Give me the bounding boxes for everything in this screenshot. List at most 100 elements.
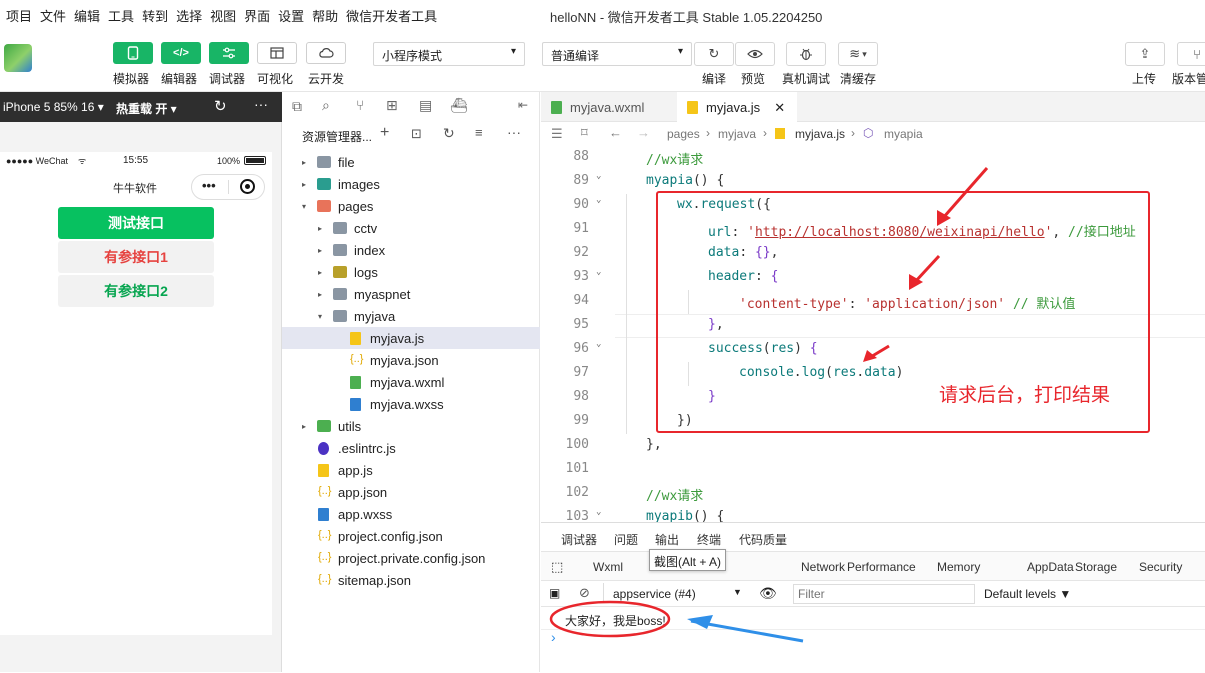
crumb-file[interactable]: myjava.js bbox=[795, 127, 845, 141]
menu-item[interactable]: 微信开发者工具 bbox=[342, 6, 441, 25]
menu-item[interactable]: 文件 bbox=[36, 6, 70, 25]
visual-button[interactable] bbox=[257, 42, 297, 64]
close-capsule-icon[interactable] bbox=[240, 179, 255, 194]
tree-item[interactable]: {..} project.config.json bbox=[282, 525, 540, 547]
new-folder-icon[interactable]: ⊡ bbox=[411, 126, 422, 142]
simulator-button[interactable] bbox=[113, 42, 153, 64]
tree-item[interactable]: ▸ index bbox=[282, 239, 540, 261]
debug-tab[interactable]: 调试器 bbox=[561, 531, 598, 553]
tree-item[interactable]: ▸ utils bbox=[282, 415, 540, 437]
list-icon[interactable]: ☰ bbox=[551, 126, 563, 142]
tree-item[interactable]: ▾ pages bbox=[282, 195, 540, 217]
tree-item[interactable]: {..} sitemap.json bbox=[282, 569, 540, 591]
tab-myjava-wxml[interactable]: myjava.wxml bbox=[541, 92, 671, 122]
files-icon[interactable]: ⧉ bbox=[292, 98, 302, 115]
chevron-down-icon[interactable]: ▾ bbox=[302, 202, 306, 211]
menu-item[interactable]: 界面 bbox=[240, 6, 274, 25]
tree-item[interactable]: ▸ file bbox=[282, 151, 540, 173]
devtools-tab[interactable]: Storage bbox=[1075, 560, 1117, 574]
tree-item[interactable]: myjava.js bbox=[282, 327, 540, 349]
menu-item[interactable]: 编辑 bbox=[70, 6, 104, 25]
tree-item[interactable]: .eslintrc.js bbox=[282, 437, 540, 459]
debug-tab[interactable]: 问题 bbox=[614, 531, 638, 548]
devtools-tab[interactable]: Memory bbox=[937, 560, 980, 574]
capsule-menu[interactable]: ••• bbox=[191, 174, 265, 200]
crumb-pages[interactable]: pages bbox=[667, 127, 700, 141]
menu-item[interactable]: 视图 bbox=[206, 6, 240, 25]
more-dots-icon[interactable]: ••• bbox=[202, 178, 216, 193]
chevron-right-icon[interactable]: ▸ bbox=[302, 180, 306, 189]
more-icon[interactable]: ··· bbox=[254, 96, 268, 112]
menu-item[interactable]: 选择 bbox=[172, 6, 206, 25]
hotreload-toggle[interactable]: 热重载 开 ▾ bbox=[116, 100, 177, 117]
search-icon[interactable]: ⌕ bbox=[322, 97, 330, 114]
close-icon[interactable]: ✕ bbox=[774, 100, 785, 116]
tab-myjava-js[interactable]: myjava.js ✕ bbox=[677, 92, 797, 123]
chevron-right-icon[interactable]: ▸ bbox=[318, 224, 322, 233]
param-api1-button[interactable]: 有参接口1 bbox=[58, 241, 214, 273]
chevron-right-icon[interactable]: ▸ bbox=[318, 268, 322, 277]
debug-tab[interactable]: 代码质量 bbox=[739, 531, 787, 548]
back-icon[interactable]: ← bbox=[609, 125, 622, 140]
crumb-myjava[interactable]: myjava bbox=[718, 127, 756, 141]
debugger-button[interactable] bbox=[209, 42, 249, 64]
device-debug-button[interactable] bbox=[786, 42, 826, 66]
devtools-tab[interactable]: Performance bbox=[847, 560, 916, 574]
more-icon[interactable]: ··· bbox=[507, 124, 521, 140]
upload-button[interactable]: ⇪ bbox=[1125, 42, 1165, 66]
chevron-right-icon[interactable]: ▸ bbox=[318, 246, 322, 255]
new-file-icon[interactable]: + bbox=[380, 124, 389, 142]
devtools-tab[interactable]: Wxml bbox=[593, 560, 623, 574]
tree-item[interactable]: app.wxss bbox=[282, 503, 540, 525]
crumb-method[interactable]: myapia bbox=[884, 127, 923, 141]
git-icon[interactable]: ⑂ bbox=[356, 97, 364, 113]
chevron-down-icon[interactable]: ▾ bbox=[318, 312, 322, 321]
chevron-right-icon[interactable]: ▸ bbox=[302, 422, 306, 431]
outline-icon[interactable]: ▤ bbox=[419, 97, 432, 114]
tree-item[interactable]: myjava.wxss bbox=[282, 393, 540, 415]
refresh-icon[interactable]: ↻ bbox=[443, 125, 455, 142]
device-select[interactable]: iPhone 5 85% 16 ▾ bbox=[3, 100, 104, 114]
menu-item[interactable]: 设置 bbox=[274, 6, 308, 25]
tree-item[interactable]: {..} project.private.config.json bbox=[282, 547, 540, 569]
tree-item[interactable]: ▸ logs bbox=[282, 261, 540, 283]
debug-tab[interactable]: 输出 bbox=[655, 531, 679, 548]
menu-item[interactable]: 工具 bbox=[104, 6, 138, 25]
compile-select[interactable]: 普通编译 ▾ bbox=[542, 42, 692, 66]
collapse-panel-icon[interactable]: ⇤ bbox=[518, 98, 528, 112]
forward-icon[interactable]: → bbox=[637, 125, 650, 140]
debug-tab[interactable]: 终端 bbox=[697, 531, 721, 548]
cloud-button[interactable] bbox=[306, 42, 346, 64]
version-button[interactable]: ⑂ bbox=[1177, 42, 1205, 66]
tree-item[interactable]: app.js bbox=[282, 459, 540, 481]
rotate-icon[interactable]: ↻ bbox=[214, 97, 227, 115]
preview-button[interactable] bbox=[735, 42, 775, 66]
tree-item[interactable]: ▸ images bbox=[282, 173, 540, 195]
tree-item[interactable]: {..} myjava.json bbox=[282, 349, 540, 371]
devtools-tab[interactable]: Security bbox=[1139, 560, 1182, 574]
collapse-all-icon[interactable]: ≡ bbox=[475, 125, 483, 140]
docker-icon[interactable]: ⛴ bbox=[450, 97, 468, 114]
devtools-tab[interactable]: Network bbox=[801, 560, 845, 574]
code-editor[interactable]: 88//wx请求 89 ⌄ myapia() {90 ⌄ wx.request({91 ur… bbox=[541, 146, 1205, 522]
chevron-right-icon[interactable]: ▸ bbox=[318, 290, 322, 299]
clear-cache-button[interactable]: ≋ ▾ bbox=[838, 42, 878, 66]
test-api-button[interactable]: 测试接口 bbox=[58, 207, 214, 239]
bookmark-icon[interactable]: ⌑ bbox=[581, 125, 588, 141]
tree-item[interactable]: ▾ myjava bbox=[282, 305, 540, 327]
editor-button[interactable]: </> bbox=[161, 42, 201, 64]
menu-item[interactable]: 帮助 bbox=[308, 6, 342, 25]
tree-item[interactable]: ▸ cctv bbox=[282, 217, 540, 239]
mode-select[interactable]: 小程序模式 ▾ bbox=[373, 42, 525, 66]
menu-item[interactable]: 项目 bbox=[2, 6, 36, 25]
menu-item[interactable]: 转到 bbox=[138, 6, 172, 25]
inspect-icon[interactable]: ⬚ bbox=[551, 559, 563, 575]
tree-item[interactable]: myjava.wxml bbox=[282, 371, 540, 393]
chevron-right-icon[interactable]: ▸ bbox=[302, 158, 306, 167]
compile-button[interactable]: ↻ bbox=[694, 42, 734, 66]
tree-item[interactable]: {..} app.json bbox=[282, 481, 540, 503]
devtools-tab[interactable]: AppData bbox=[1027, 560, 1074, 574]
tree-item[interactable]: ▸ myaspnet bbox=[282, 283, 540, 305]
param-api2-button[interactable]: 有参接口2 bbox=[58, 275, 214, 307]
extensions-icon[interactable]: ⊞ bbox=[386, 97, 398, 114]
